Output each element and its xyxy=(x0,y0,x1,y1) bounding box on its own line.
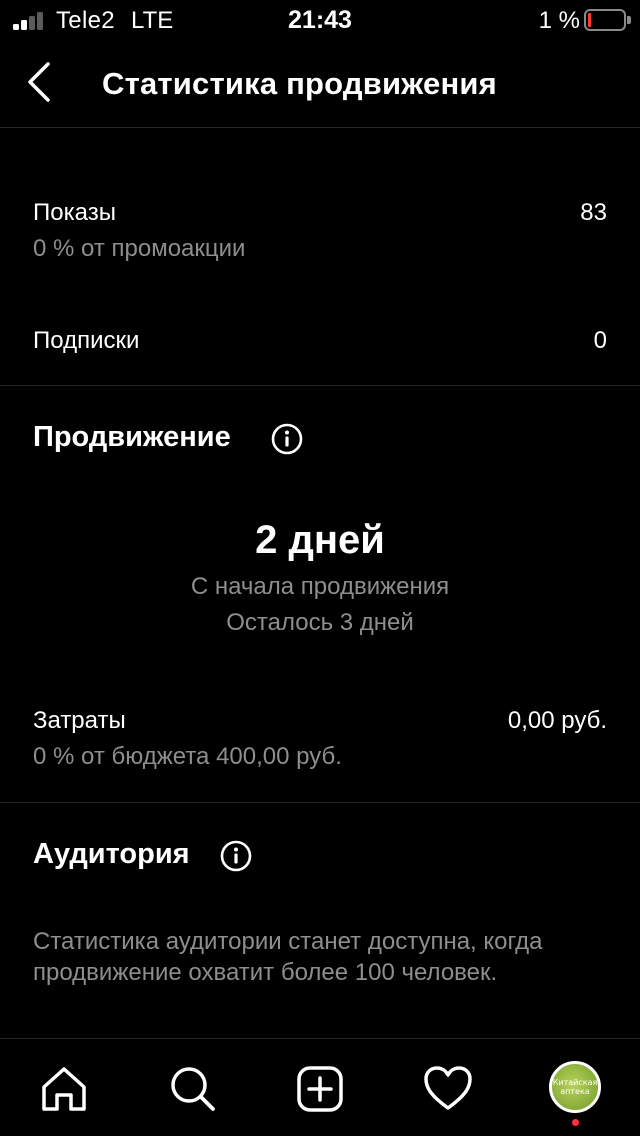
tab-home[interactable] xyxy=(38,1063,90,1115)
battery-percent: 1 % xyxy=(538,7,580,34)
impressions-value: 83 xyxy=(580,199,607,226)
profile-avatar[interactable]: Китайская аптека xyxy=(549,1061,601,1113)
tab-bar: Китайская аптека xyxy=(0,1038,640,1136)
promotion-remaining: Осталось 3 дней xyxy=(226,609,414,636)
chevron-left-icon xyxy=(28,62,50,102)
spend-label: Затраты xyxy=(33,707,126,734)
promotion-days: 2 дней xyxy=(255,518,385,562)
audience-note: Статистика аудитории станет доступна, ко… xyxy=(33,928,543,986)
info-icon-graphic xyxy=(220,840,252,872)
notification-dot xyxy=(572,1119,579,1126)
avatar-text: Китайская аптека xyxy=(552,1078,598,1096)
status-bar: Tele2 LTE 21:43 1 % xyxy=(0,0,640,40)
impressions-subtext: 0 % от промоакции xyxy=(33,235,246,262)
battery-level-fill xyxy=(588,13,591,27)
promotion-section-title: Продвижение xyxy=(33,421,231,453)
page-title: Статистика продвижения xyxy=(102,66,497,101)
info-icon-graphic xyxy=(271,423,303,455)
impressions-label: Показы xyxy=(33,199,116,226)
search-icon xyxy=(171,1067,215,1111)
follows-label: Подписки xyxy=(33,327,140,354)
back-button[interactable] xyxy=(18,58,62,106)
info-icon[interactable] xyxy=(220,840,252,872)
divider xyxy=(0,385,640,386)
heart-icon xyxy=(424,1066,472,1110)
tab-create[interactable] xyxy=(294,1063,346,1115)
home-icon xyxy=(42,1067,86,1111)
promotion-since-label: С начала продвижения xyxy=(190,573,450,600)
spend-value: 0,00 руб. xyxy=(507,707,607,734)
tab-activity[interactable] xyxy=(422,1063,474,1115)
create-icon xyxy=(297,1066,343,1112)
battery-tip xyxy=(627,16,631,24)
divider xyxy=(0,802,640,803)
follows-value: 0 xyxy=(593,327,607,354)
battery-icon xyxy=(584,9,626,31)
spend-subtext: 0 % от бюджета 400,00 руб. xyxy=(33,743,342,770)
audience-section-title: Аудитория xyxy=(33,838,190,870)
nav-header: Статистика продвижения xyxy=(0,44,640,128)
tab-search[interactable] xyxy=(166,1063,218,1115)
info-icon[interactable] xyxy=(271,423,303,455)
